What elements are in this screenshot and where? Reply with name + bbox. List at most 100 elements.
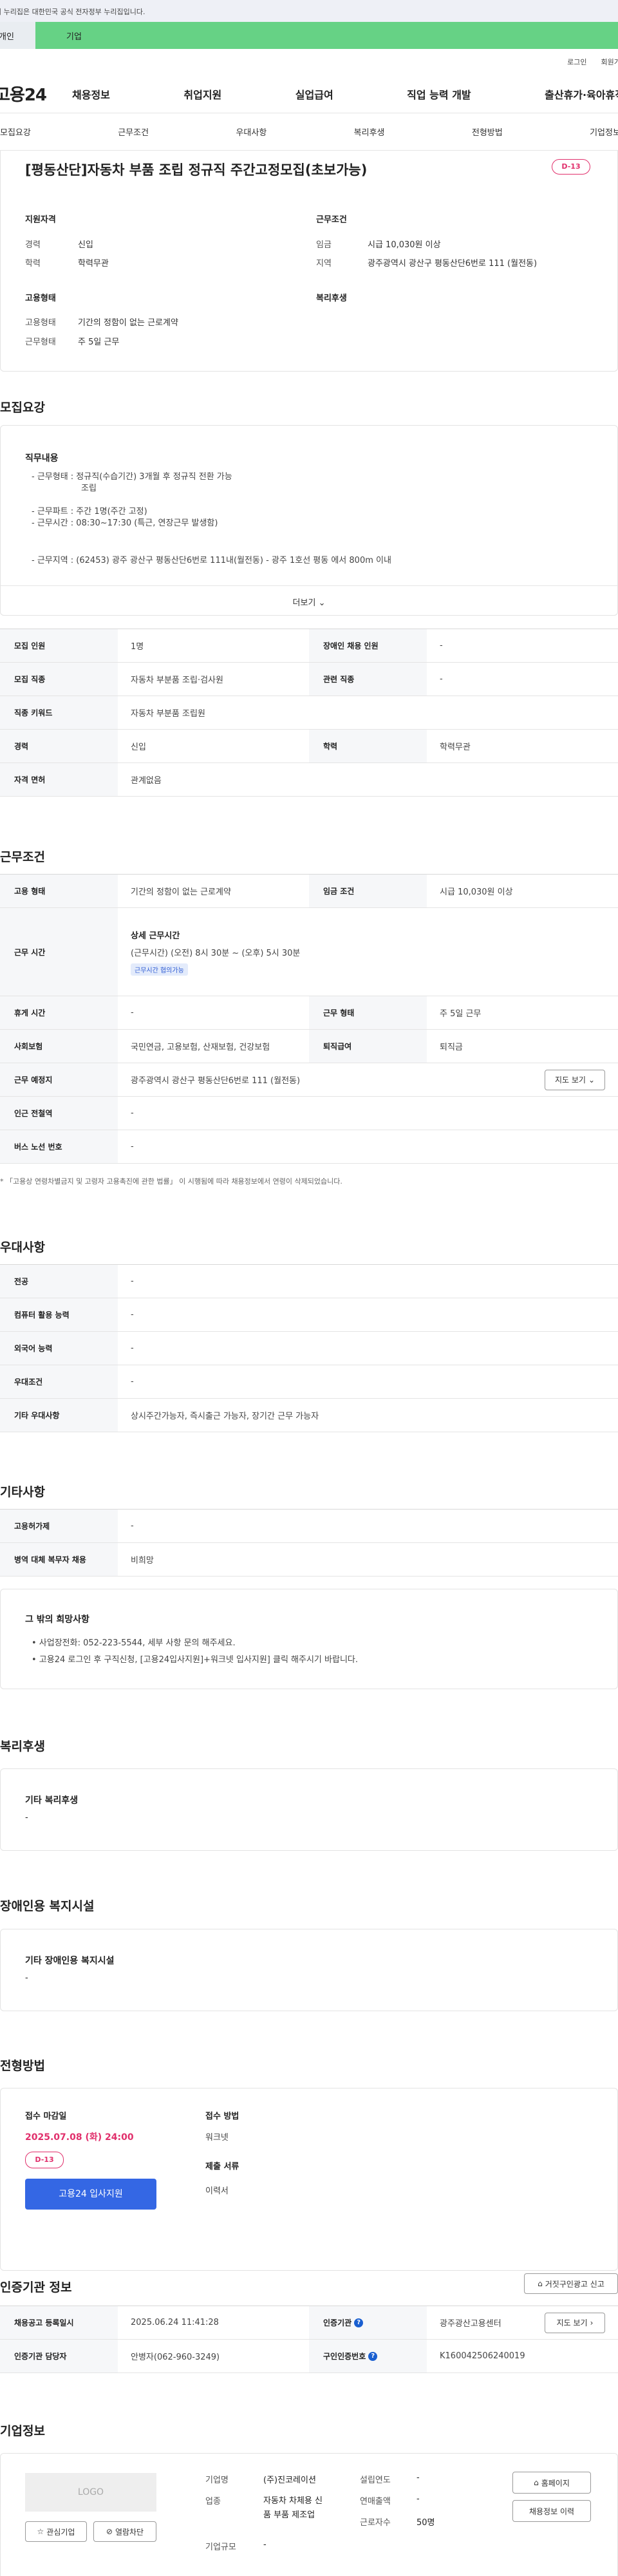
- table-key: 외국어 능력: [0, 1332, 118, 1365]
- industry-line: 품 부품 제조업: [263, 2510, 315, 2520]
- table-key: 휴게 시간: [0, 996, 118, 1029]
- table-row: 모집 직종 자동차 부분품 조립·검사원 관련 직종 -: [0, 663, 618, 696]
- table-key: 퇴직급여: [309, 1030, 427, 1063]
- table-row: 버스 노선 번호 -: [0, 1130, 618, 1164]
- table-row: 휴게 시간 - 근무 형태 주 5일 근무: [0, 996, 618, 1030]
- gnb-parental-leave[interactable]: 출산휴가·육아휴직: [545, 86, 618, 102]
- table-value: K160042506240019: [440, 2351, 525, 2361]
- gnb-vocational-training[interactable]: 직업 능력 개발: [407, 86, 471, 102]
- company-name-value: (주)진코레이션: [263, 2476, 316, 2485]
- cert-table: 채용공고 등록일시 2025.06.24 11:41:28 인증기관? 광주광산…: [0, 2306, 618, 2373]
- emp-value: 기간의 정함이 없는 근로계약: [78, 318, 178, 328]
- table-key: 채용공고 등록일시: [0, 2306, 118, 2339]
- table-value: 신입: [131, 743, 146, 752]
- info-icon[interactable]: ?: [354, 2318, 364, 2327]
- subnav-company[interactable]: 기업정보: [590, 126, 618, 138]
- table-key: 컴퓨터 활용 능력: [0, 1298, 118, 1331]
- map-view-label: 지도 보기: [554, 1075, 586, 1084]
- table-value: 자동차 부분품 조립원: [131, 709, 205, 719]
- cond-heading: 근무조건: [316, 215, 347, 225]
- duty-line: 조립: [81, 484, 97, 493]
- block-view-button[interactable]: ⊘ 열람차단: [93, 2521, 156, 2542]
- table-key: 병역 대체 복무자 채용: [0, 1543, 118, 1576]
- org-value: 광주광산고용센터: [440, 2319, 501, 2329]
- worktype-value: 주 5일 근무: [78, 337, 120, 347]
- gnb-employment-support[interactable]: 취업지원: [183, 86, 221, 102]
- signup-link[interactable]: 회원가입: [601, 57, 618, 67]
- deadline-label: 접수 마감일: [25, 2112, 67, 2121]
- report-fake-ad-button[interactable]: ⌂ 거짓구인광고 신고: [524, 2273, 618, 2294]
- table-row: 사회보험 국민연금, 고용보험, 산재보험, 건강보험 퇴직급여 퇴직금: [0, 1030, 618, 1063]
- emp-label: 고용형태: [25, 318, 56, 328]
- table-value: 퇴직금: [440, 1043, 463, 1052]
- login-link[interactable]: 로그인: [567, 57, 586, 67]
- table-key: 경력: [0, 730, 118, 762]
- gnb-unemployment-benefit[interactable]: 실업급여: [295, 86, 333, 102]
- subnav-conditions[interactable]: 근무조건: [118, 126, 149, 138]
- subnav-welfare[interactable]: 복리후생: [354, 126, 385, 138]
- sales-label: 연매출액: [360, 2497, 391, 2506]
- table-value: 1명: [131, 642, 144, 652]
- info-icon[interactable]: ?: [368, 2351, 378, 2361]
- site-logo[interactable]: 고용24: [0, 82, 72, 106]
- ban-icon: ⊘: [106, 2527, 113, 2536]
- area-value: 광주광역시 광산구 평동산단6번로 111 (월전동): [368, 259, 538, 269]
- cert-no-label: 구인인증번호: [323, 2352, 366, 2361]
- table-row: 전공 -: [0, 1265, 618, 1298]
- job-title: [평동산단]자동차 부품 조립 정규직 주간고정모집(초보가능): [25, 162, 368, 178]
- disability-heading: 기타 장애인용 복지시설: [25, 1956, 115, 1966]
- table-value: -: [440, 641, 443, 650]
- more-button[interactable]: 더보기 ⌄: [1, 585, 617, 616]
- tab-company[interactable]: 기업: [35, 22, 618, 49]
- disability-box: 기타 장애인용 복지시설 -: [0, 1929, 618, 2011]
- company-logo-placeholder: LOGO: [25, 2473, 156, 2512]
- duty-line: - 근무지역 : (62453) 광주 광산구 평동산단6번로 111내(월전동…: [32, 556, 391, 565]
- selection-dday-badge: D-13: [25, 2152, 64, 2168]
- hope-heading: 그 밖의 희망사항: [25, 1615, 89, 1625]
- table-key: 고용허가제: [0, 1510, 118, 1542]
- table-key: 구인인증번호?: [309, 2340, 427, 2372]
- docs-value: 이력서: [205, 2186, 229, 2196]
- time-heading: 상세 근무시간: [131, 931, 180, 941]
- table-key: 모집 직종: [0, 663, 118, 696]
- qual-heading: 지원자격: [25, 215, 56, 225]
- favorite-company-button[interactable]: ☆ 관심기업: [25, 2521, 87, 2542]
- duty-line: - 근무형태 : 정규직(수습기간) 3개월 후 정규직 전환 가능: [32, 472, 232, 482]
- table-value: 비희망: [131, 1556, 154, 1566]
- recruit-table: 모집 인원 1명 장애인 채용 인원 - 모집 직종 자동차 부분품 조립·검사…: [0, 629, 618, 797]
- table-value: 상시주간가능자, 즉시출근 가능자, 장기간 근무 가능자: [131, 1412, 319, 1421]
- table-value: 2025.06.24 11:41:28: [131, 2318, 219, 2327]
- table-value: 국민연금, 고용보험, 산재보험, 건강보험: [131, 1043, 270, 1052]
- table-key: 장애인 채용 인원: [309, 629, 427, 662]
- homepage-button[interactable]: ⌂ 홈페이지: [512, 2472, 591, 2494]
- time-detail: (근무시간) (오전) 8시 30분 ~ (오후) 5시 30분: [131, 948, 301, 958]
- selection-title: 전형방법: [0, 2059, 45, 2073]
- table-row: 인근 전철역 -: [0, 1097, 618, 1130]
- welfare-heading: 복리후생: [316, 294, 347, 303]
- subnav-selection[interactable]: 전형방법: [472, 126, 503, 138]
- size-value: -: [263, 2540, 267, 2550]
- table-value: 자동차 부분품 조립·검사원: [131, 676, 223, 685]
- org-label: 인증기관: [323, 2318, 352, 2327]
- map-view-button[interactable]: 지도 보기 ⌄: [545, 1069, 605, 1090]
- table-key: 고용 형태: [0, 875, 118, 907]
- apply-button[interactable]: 고용24 입사지원: [25, 2179, 156, 2210]
- job-history-button[interactable]: 채용정보 이력: [512, 2500, 591, 2522]
- cert-map-button[interactable]: 지도 보기 ›: [545, 2312, 605, 2333]
- method-value: 워크넷: [205, 2133, 229, 2143]
- table-key: 임금 조건: [309, 875, 427, 907]
- subnav-prefer[interactable]: 우대사항: [236, 126, 267, 138]
- table-row: 우대조건 -: [0, 1365, 618, 1399]
- section-subnav: 모집요강 근무조건 우대사항 복리후생 전형방법 기업정보: [0, 113, 618, 151]
- table-value: -: [440, 674, 443, 684]
- block-view-label: 열람차단: [115, 2527, 144, 2537]
- method-label: 접수 방법: [205, 2112, 239, 2121]
- disability-title: 장애인용 복지시설: [0, 1899, 95, 1913]
- gnb-jobs[interactable]: 채용정보: [72, 86, 110, 102]
- place-value: 광주광역시 광산구 평동산단6번로 111 (월전동): [131, 1076, 301, 1086]
- tab-personal[interactable]: 개인: [0, 22, 35, 49]
- welfare-heading: 기타 복리후생: [25, 1795, 79, 1806]
- subnav-recruit[interactable]: 모집요강: [0, 126, 31, 138]
- star-icon: ☆: [37, 2527, 44, 2536]
- report-fake-ad-label: 거짓구인광고 신고: [545, 2279, 604, 2289]
